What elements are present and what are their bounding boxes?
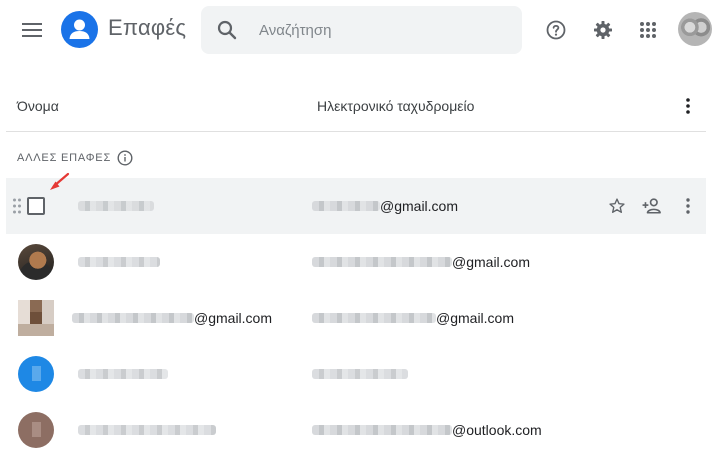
- menu-icon: [22, 23, 42, 37]
- table-row[interactable]: [6, 346, 706, 402]
- table-row[interactable]: @gmail.com: [6, 178, 706, 234]
- column-header-name[interactable]: Όνομα: [17, 98, 59, 114]
- contact-email: @gmail.com: [312, 290, 514, 346]
- account-avatar[interactable]: [678, 12, 712, 46]
- drag-handle-icon[interactable]: [12, 198, 22, 214]
- redacted-email-user: [312, 257, 452, 267]
- help-button[interactable]: [540, 14, 572, 46]
- table-row[interactable]: @gmail.com @gmail.com: [6, 290, 706, 346]
- redacted-email-user: [312, 425, 452, 435]
- contact-avatar: [18, 356, 54, 392]
- redacted-name: [78, 369, 168, 379]
- contact-email: @outlook.com: [312, 402, 542, 458]
- apps-grid-icon: [640, 22, 656, 38]
- info-icon[interactable]: [117, 150, 133, 166]
- search-bar[interactable]: [201, 6, 522, 54]
- contact-avatar: [18, 300, 54, 336]
- contact-avatar: [18, 244, 54, 280]
- name-domain: @gmail.com: [194, 310, 273, 326]
- app-title: Επαφές: [108, 15, 187, 40]
- table-row[interactable]: @gmail.com: [6, 234, 706, 290]
- person-add-icon: [642, 198, 661, 214]
- list-options-button[interactable]: [676, 94, 700, 118]
- section-label: ΑΛΛΕΣ ΕΠΑΦΕΣ: [17, 152, 112, 164]
- search-input[interactable]: [259, 18, 509, 42]
- settings-icon: [594, 21, 612, 39]
- settings-button[interactable]: [587, 14, 619, 46]
- more-vert-icon: [686, 98, 690, 114]
- table-row[interactable]: @outlook.com: [6, 402, 706, 458]
- star-button[interactable]: [605, 194, 629, 218]
- redacted-email-user: [312, 201, 380, 211]
- contact-email: @gmail.com: [312, 234, 530, 290]
- contact-email: @gmail.com: [312, 178, 458, 234]
- row-more-button[interactable]: [676, 194, 700, 218]
- redacted-email-user: [312, 313, 436, 323]
- contact-name: @gmail.com: [72, 290, 272, 346]
- red-arrow-annotation-icon: [50, 172, 70, 190]
- column-header-row: Όνομα Ηλεκτρονικό ταχυδρομείο: [6, 80, 706, 132]
- more-vert-icon: [686, 198, 690, 214]
- add-to-contacts-button[interactable]: [640, 194, 664, 218]
- help-icon: [546, 20, 566, 40]
- email-domain: @gmail.com: [452, 254, 531, 270]
- row-checkbox[interactable]: [27, 197, 45, 215]
- redacted-name: [78, 201, 154, 211]
- redacted-name: [78, 257, 160, 267]
- contacts-logo-icon[interactable]: [61, 11, 98, 48]
- email-domain: @outlook.com: [452, 422, 542, 438]
- star-outline-icon: [609, 198, 625, 213]
- redacted-name: [72, 313, 194, 323]
- redacted-email: [312, 369, 408, 379]
- email-domain: @gmail.com: [436, 310, 515, 326]
- column-header-email: Ηλεκτρονικό ταχυδρομείο: [317, 98, 475, 114]
- email-domain: @gmail.com: [380, 198, 459, 214]
- top-bar: Επαφές: [0, 0, 716, 64]
- contact-avatar: [18, 412, 54, 448]
- section-header: ΑΛΛΕΣ ΕΠΑΦΕΣ: [17, 148, 133, 168]
- redacted-name: [78, 425, 216, 435]
- apps-button[interactable]: [632, 14, 664, 46]
- main-menu-button[interactable]: [14, 12, 50, 48]
- search-icon[interactable]: [215, 18, 239, 42]
